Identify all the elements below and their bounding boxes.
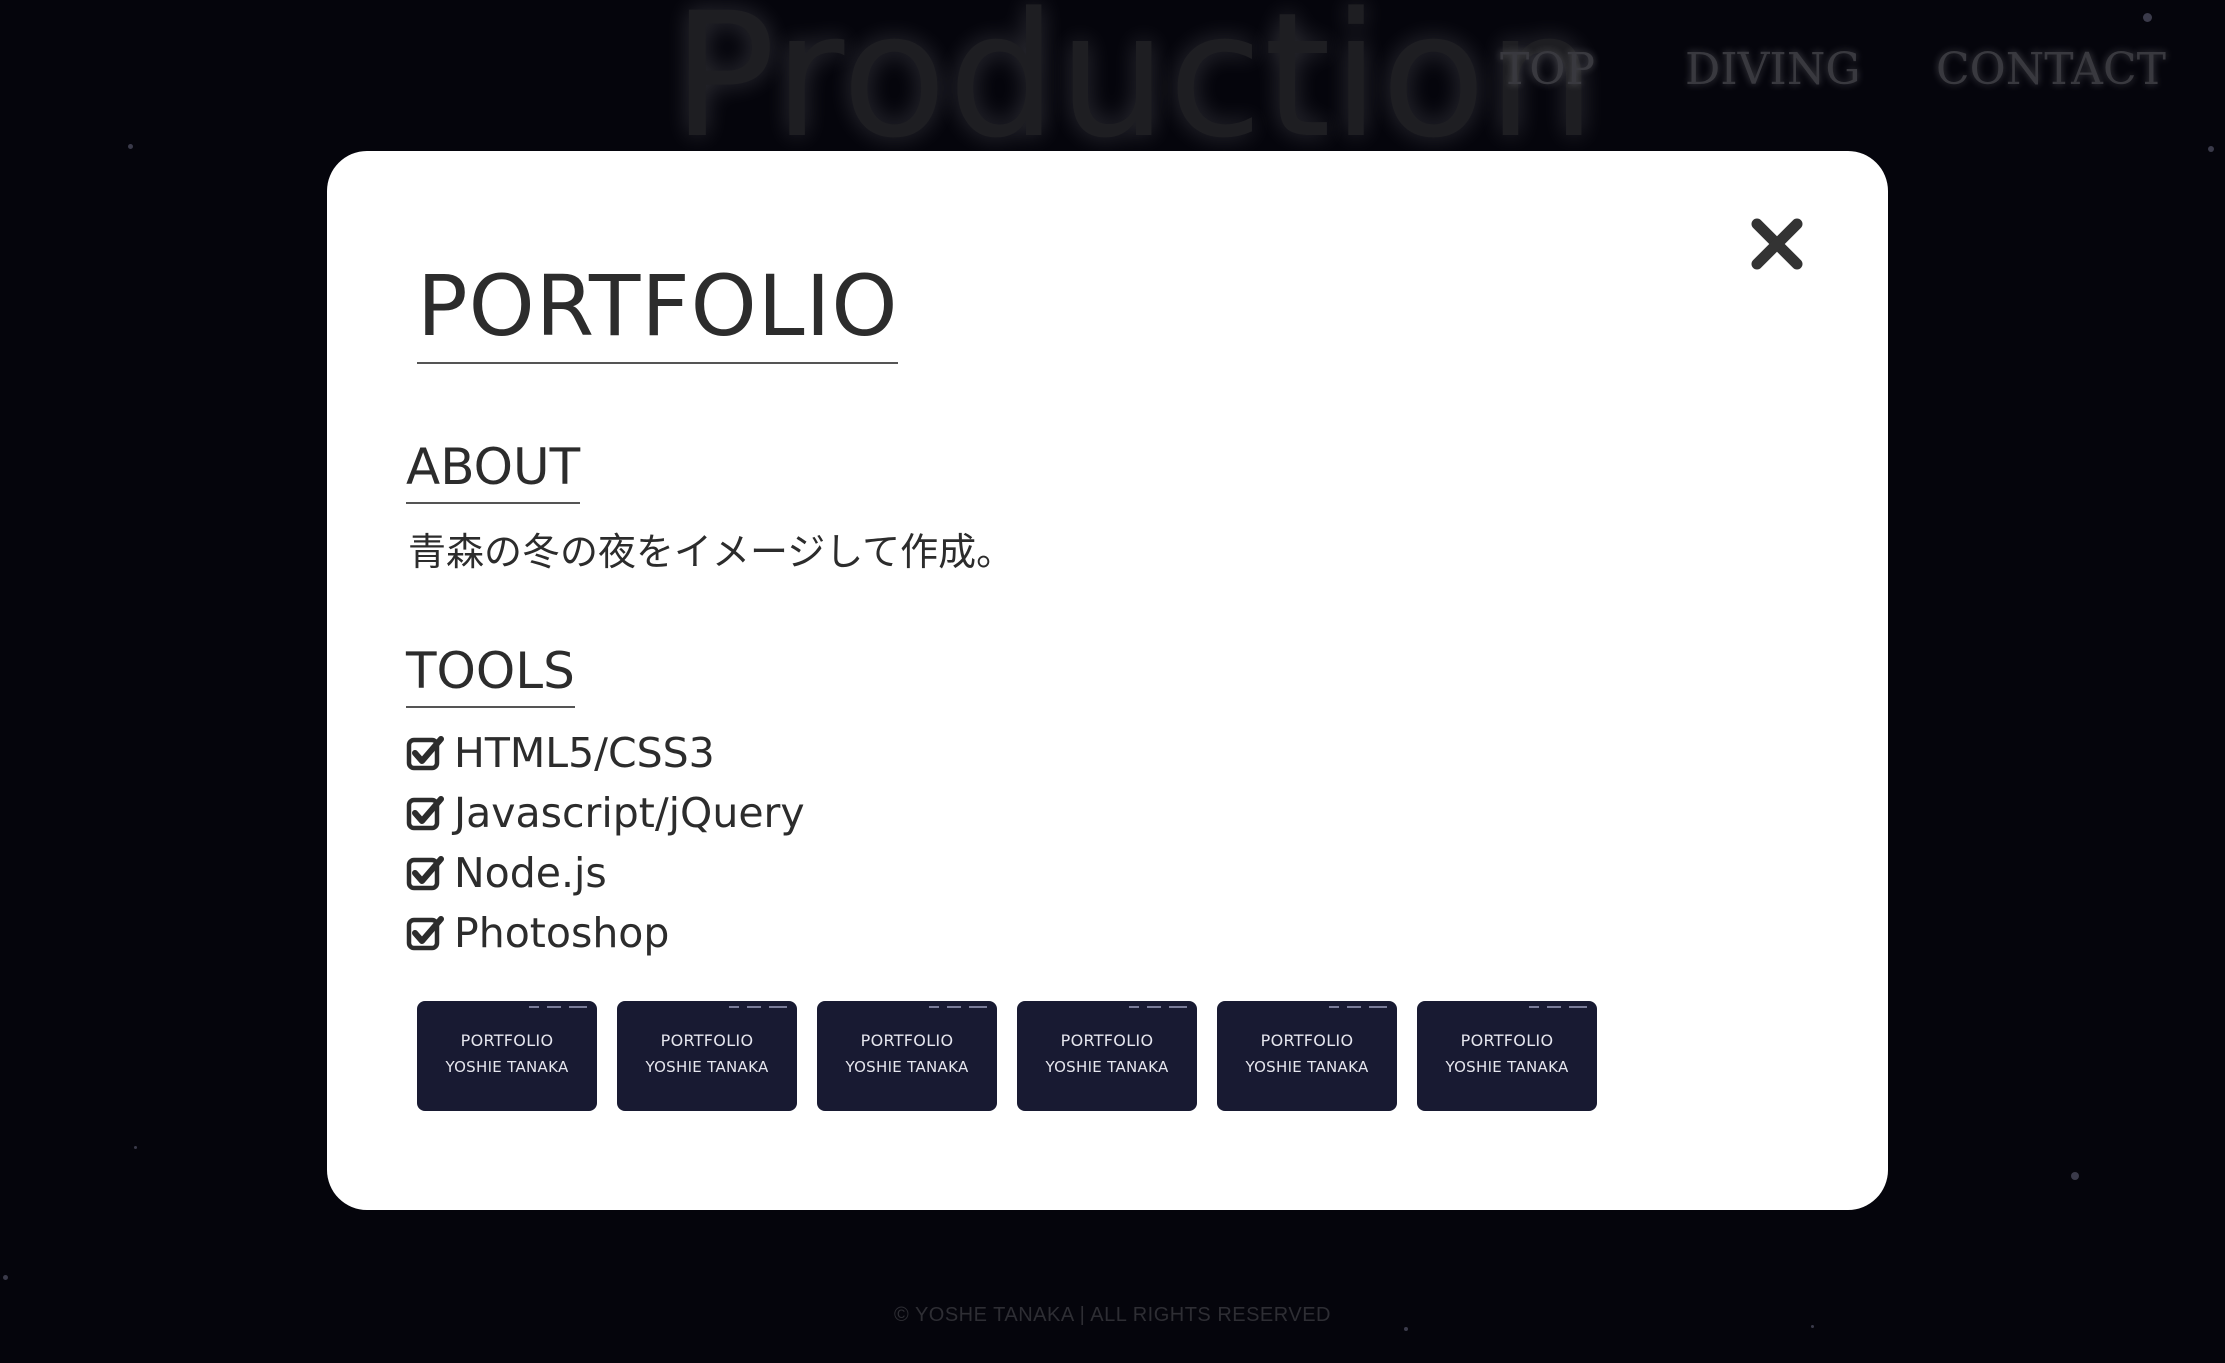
portfolio-thumbnail[interactable]: PORTFOLIO YOSHIE TANAKA [1417,1001,1597,1111]
thumbnail-title: PORTFOLIO [660,1031,754,1050]
thumbnail-gallery: PORTFOLIO YOSHIE TANAKA PORTFOLIO YOSHIE… [417,1001,1597,1111]
check-square-icon [406,796,444,831]
tool-item: HTML5/CSS3 [406,723,805,783]
thumbnail-mini-nav [1129,1006,1187,1008]
thumbnail-title: PORTFOLIO [860,1031,954,1050]
star [128,144,133,149]
tools-list: HTML5/CSS3 Javascript/jQuery Node.js Pho… [406,723,805,963]
portfolio-thumbnail[interactable]: PORTFOLIO YOSHIE TANAKA [417,1001,597,1111]
close-button[interactable] [1747,214,1807,274]
footer-copyright: © YOSHE TANAKA | ALL RIGHTS RESERVED [894,1304,1331,1326]
tools-heading: TOOLS [406,646,575,708]
thumbnail-mini-nav [529,1006,587,1008]
nav-link-top[interactable]: TOP [1500,44,1595,95]
modal-title: PORTFOLIO [417,264,899,364]
check-square-icon [406,856,444,891]
portfolio-thumbnail[interactable]: PORTFOLIO YOSHIE TANAKA [1217,1001,1397,1111]
thumbnail-subtitle: YOSHIE TANAKA [1045,1058,1169,1076]
star [2071,1172,2079,1180]
star [134,1146,137,1149]
portfolio-thumbnail[interactable]: PORTFOLIO YOSHIE TANAKA [617,1001,797,1111]
about-heading: ABOUT [406,442,581,504]
thumbnail-title: PORTFOLIO [1260,1031,1354,1050]
thumbnail-title: PORTFOLIO [1060,1031,1154,1050]
close-icon [1751,218,1803,270]
thumbnail-title: PORTFOLIO [460,1031,554,1050]
tool-item: Javascript/jQuery [406,783,805,843]
thumbnail-subtitle: YOSHIE TANAKA [1245,1058,1369,1076]
nav-link-diving[interactable]: DIVING [1685,44,1860,95]
thumbnail-subtitle: YOSHIE TANAKA [1445,1058,1569,1076]
tool-label: Javascript/jQuery [454,789,805,837]
thumbnail-mini-nav [929,1006,987,1008]
background-title: Production [672,0,1598,176]
thumbnail-subtitle: YOSHIE TANAKA [445,1058,569,1076]
portfolio-modal: PORTFOLIO ABOUT 青森の冬の夜をイメージして作成。 TOOLS H… [327,151,1888,1210]
star [1404,1327,1408,1331]
star [3,1275,8,1280]
star [2143,13,2152,22]
star [2208,146,2214,152]
check-square-icon [406,736,444,771]
tool-item: Node.js [406,843,805,903]
check-square-icon [406,916,444,951]
portfolio-thumbnail[interactable]: PORTFOLIO YOSHIE TANAKA [817,1001,997,1111]
nav-link-contact[interactable]: CONTACT [1936,44,2166,95]
portfolio-thumbnail[interactable]: PORTFOLIO YOSHIE TANAKA [1017,1001,1197,1111]
thumbnail-mini-nav [1529,1006,1587,1008]
tool-item: Photoshop [406,903,805,963]
thumbnail-subtitle: YOSHIE TANAKA [845,1058,969,1076]
thumbnail-mini-nav [729,1006,787,1008]
tool-label: HTML5/CSS3 [454,729,715,777]
tool-label: Node.js [454,849,607,897]
thumbnail-mini-nav [1329,1006,1387,1008]
thumbnail-subtitle: YOSHIE TANAKA [645,1058,769,1076]
tool-label: Photoshop [454,909,670,957]
about-text: 青森の冬の夜をイメージして作成。 [408,530,1015,574]
thumbnail-title: PORTFOLIO [1460,1031,1554,1050]
